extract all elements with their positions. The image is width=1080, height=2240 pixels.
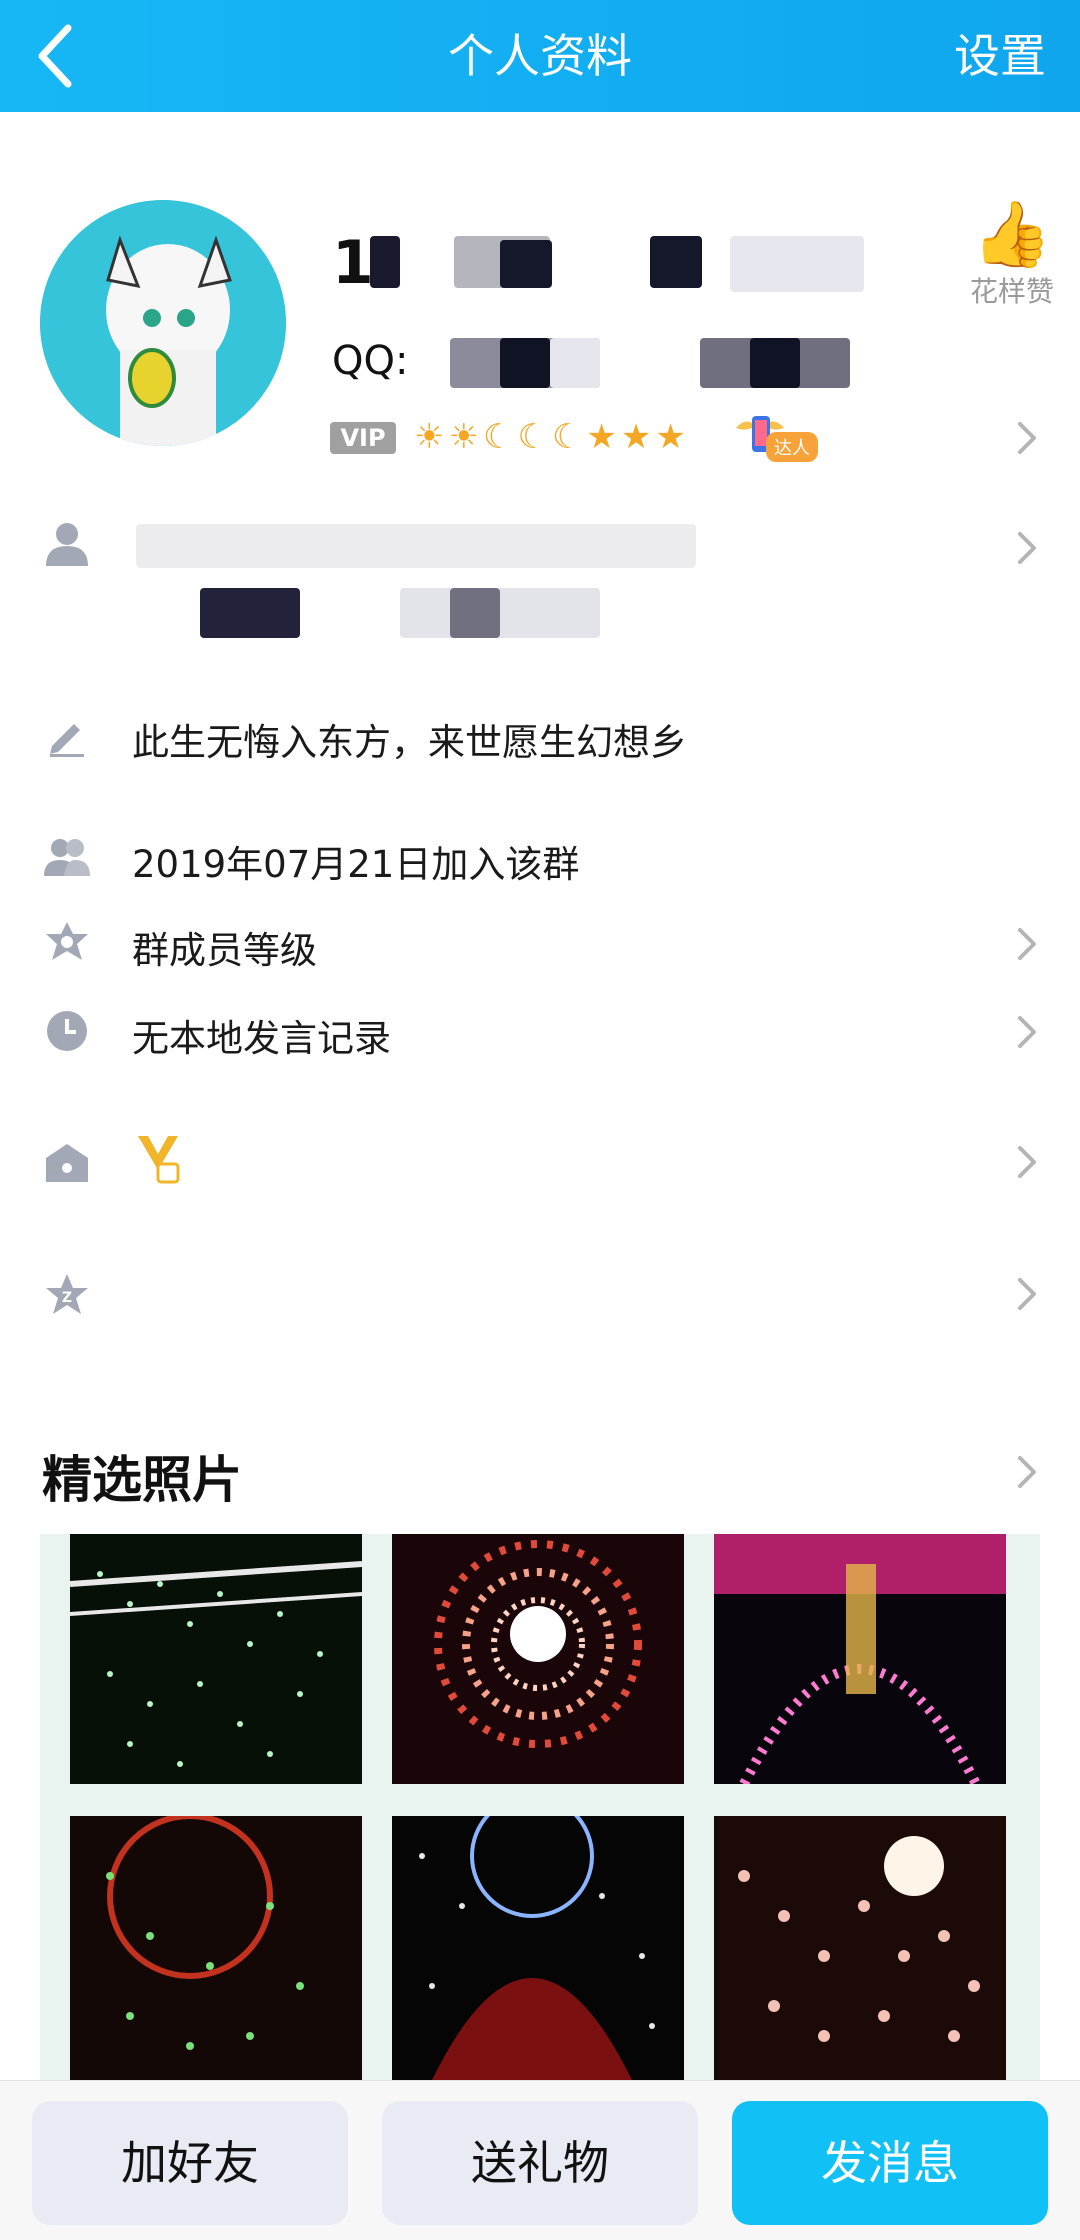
signature-row: 此生无悔入东方，来世愿生幻想乡 [0, 708, 1080, 764]
photo-thumbnail[interactable] [714, 1534, 1006, 1784]
sun-icon: ☀ [414, 417, 445, 457]
like-label: 花样赞 [969, 275, 1054, 308]
vip-badge: VIP [330, 422, 396, 454]
qq-label: QQ: [332, 338, 409, 384]
sun-icon: ☀ [448, 417, 479, 457]
daren-badge: 达人 [730, 410, 830, 462]
star-icon: ★ [620, 417, 652, 457]
send-message-button[interactable]: 发消息 [732, 2101, 1048, 2225]
redacted-name [370, 236, 400, 288]
top-bar: 个人资料 设置 [0, 0, 1080, 112]
basic-info-row[interactable] [0, 520, 1080, 650]
redacted-name [500, 240, 552, 288]
redacted-qq-number [550, 338, 600, 388]
vip-badge-row[interactable] [0, 1130, 1080, 1194]
group-members-icon [44, 839, 90, 876]
join-date-text: 2019年07月21日加入该群 [132, 843, 580, 886]
chevron-right-icon [1018, 1278, 1036, 1310]
avatar[interactable] [40, 200, 286, 446]
pencil-icon [50, 724, 84, 757]
photo-thumbnail[interactable] [70, 1816, 362, 2080]
redacted-qq-number [750, 338, 800, 388]
speech-record-text: 无本地发言记录 [132, 1017, 391, 1060]
signature-text: 此生无悔入东方，来世愿生幻想乡 [132, 721, 687, 764]
redacted-info [400, 588, 600, 638]
photo-thumbnail[interactable] [70, 1534, 362, 1784]
send-gift-button[interactable]: 送礼物 [382, 2101, 698, 2225]
redacted-info [200, 588, 300, 638]
moon-icon: ☾ [551, 417, 583, 457]
thumbs-up-icon: 👍 [972, 198, 1052, 272]
featured-photos-title: 精选照片 [42, 1451, 242, 1509]
qzone-star-icon: Z [46, 1274, 88, 1314]
yellow-vip-icon [138, 1136, 180, 1184]
member-level-text: 群成员等级 [132, 929, 317, 972]
photo-thumbnail[interactable] [714, 1816, 1006, 2080]
redacted-name [730, 236, 864, 292]
page-title: 个人资料 [448, 29, 632, 83]
chevron-right-icon [1018, 928, 1036, 960]
redacted-qq-number [500, 338, 550, 388]
clock-icon [47, 1011, 87, 1051]
chevron-right-icon [1018, 1146, 1036, 1178]
chevron-right-icon[interactable] [1014, 1452, 1040, 1492]
redacted-info [136, 524, 696, 568]
chevron-right-icon [1018, 532, 1036, 564]
photo-thumbnail[interactable] [392, 1816, 684, 2080]
join-date-row: 2019年07月21日加入该群 [0, 830, 1080, 886]
star-icon: ★ [655, 417, 686, 457]
member-level-row[interactable]: 群成员等级 [0, 916, 1080, 972]
crown-box-icon [46, 1144, 88, 1182]
bottom-action-bar: 加好友 送礼物 发消息 [0, 2080, 1080, 2240]
photo-thumbnail[interactable] [392, 1534, 684, 1784]
star-icon: ★ [586, 417, 617, 457]
level-star-icon [46, 922, 88, 960]
settings-button[interactable]: 设置 [954, 18, 1046, 94]
daren-label: 达人 [766, 432, 818, 462]
redacted-info [450, 588, 500, 638]
person-icon [46, 523, 88, 566]
redacted-name [650, 236, 702, 288]
speech-record-row[interactable]: 无本地发言记录 [0, 1004, 1080, 1060]
add-friend-button[interactable]: 加好友 [32, 2101, 348, 2225]
chevron-right-icon[interactable] [1014, 418, 1040, 458]
qq-level-icons: ☀ ☀ ☾ ☾ ☾ ★ ★ ★ [414, 412, 686, 462]
svg-text:Z: Z [62, 1290, 72, 1306]
moon-icon: ☾ [517, 417, 548, 457]
moon-icon: ☾ [482, 417, 514, 457]
chevron-right-icon [1018, 1016, 1036, 1048]
like-button[interactable]: 👍 花样赞 [966, 200, 1058, 310]
photo-grid [40, 1534, 1040, 2080]
qzone-row[interactable]: Z [0, 1264, 1080, 1324]
